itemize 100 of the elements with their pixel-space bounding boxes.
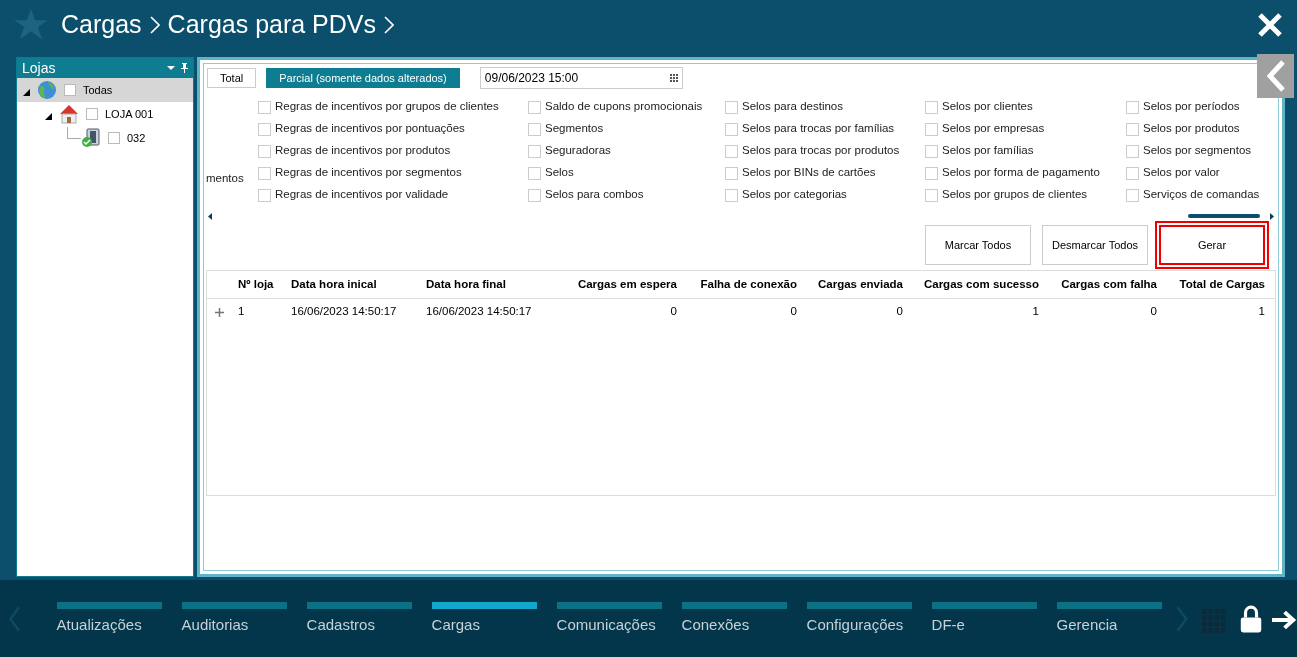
close-icon[interactable] — [1257, 12, 1283, 38]
checkbox[interactable] — [725, 188, 738, 202]
tab[interactable]: Parcial (somente dados alterados) — [266, 68, 460, 88]
checkbox[interactable] — [258, 122, 271, 136]
tree-item[interactable]: Todas — [17, 78, 193, 102]
checkbox-label: Regras de incentivos por pontuações — [275, 121, 465, 137]
checkbox[interactable] — [725, 166, 738, 180]
checkbox[interactable] — [725, 144, 738, 158]
checkbox-label: mentos — [205, 172, 244, 184]
scrollbar-thumb[interactable] — [1188, 214, 1260, 218]
nav-tab[interactable]: Configurações — [806, 602, 912, 637]
checkbox[interactable] — [925, 166, 938, 180]
checkbox-label: Seguradoras — [545, 143, 611, 159]
checkbox[interactable] — [528, 100, 541, 114]
checkbox-label: Selos por períodos — [1143, 99, 1240, 115]
checkbox[interactable] — [1126, 122, 1139, 136]
grid-icon[interactable] — [669, 74, 678, 82]
column-header[interactable]: Data hora final — [423, 275, 558, 294]
table-cell-text: 1 — [237, 304, 246, 320]
checkbox[interactable] — [1126, 166, 1139, 180]
checkbox-label: Selos por BINs de cartões — [742, 165, 876, 181]
nav-tab[interactable]: Auditorias — [181, 602, 287, 637]
checkbox[interactable] — [108, 132, 120, 144]
checkbox[interactable] — [528, 188, 541, 202]
table-cell-text: 16/06/2023 14:50:17 — [425, 304, 533, 320]
column-header[interactable]: Falha de conexão — [682, 275, 802, 294]
checkbox-label: Regras de incentivos por validade — [275, 187, 449, 203]
breadcrumb-link[interactable]: Cargas para PDVs — [167, 6, 377, 44]
tree-label: Todas — [83, 82, 113, 98]
nav-tab[interactable]: Atualizações — [56, 602, 162, 637]
scroll-right-icon[interactable] — [1270, 212, 1274, 220]
arrow-right-icon[interactable] — [1271, 608, 1297, 632]
checkbox[interactable] — [725, 122, 738, 136]
checkbox[interactable] — [258, 100, 271, 114]
column-header[interactable]: Cargas em espera — [558, 275, 682, 294]
pin-icon[interactable] — [181, 63, 188, 73]
checkbox-label: Segmentos — [545, 121, 604, 137]
column-header[interactable]: Total de Cargas — [1162, 275, 1270, 294]
table-cell-text: 0 — [789, 304, 798, 320]
expanded-icon[interactable] — [45, 113, 52, 120]
checkbox[interactable] — [258, 166, 271, 180]
checkbox[interactable] — [925, 100, 938, 114]
nav-tab[interactable]: DF-e — [931, 602, 1037, 637]
checkbox[interactable] — [528, 144, 541, 158]
checkbox[interactable] — [86, 108, 98, 120]
checkbox-label: Regras de incentivos por produtos — [275, 143, 451, 159]
panel-title: Lojas — [22, 58, 56, 78]
checkbox-label: Selos por produtos — [1143, 121, 1240, 137]
checkbox[interactable] — [1126, 144, 1139, 158]
chevron-right-icon — [384, 15, 395, 35]
column-header[interactable]: Cargas enviada — [802, 275, 908, 294]
checkbox[interactable] — [925, 144, 938, 158]
table-cell-text: 16/06/2023 14:50:17 — [290, 304, 398, 320]
nav-tab[interactable]: Cargas — [431, 602, 537, 637]
checkbox-label: Selos por forma de pagamento — [942, 165, 1100, 181]
checkbox-label: Selos por segmentos — [1143, 143, 1252, 159]
nav-tab[interactable]: Conexões — [681, 602, 787, 637]
checkbox[interactable] — [925, 188, 938, 202]
checkbox-label: Selos — [545, 165, 574, 181]
checkbox[interactable] — [925, 122, 938, 136]
tab[interactable]: Total — [207, 68, 257, 88]
breadcrumb-link[interactable]: Cargas — [61, 6, 142, 44]
checkbox[interactable] — [1126, 188, 1139, 202]
table-cell-text: 0 — [1149, 304, 1158, 320]
column-header[interactable]: Cargas com sucesso — [908, 275, 1044, 294]
checkbox[interactable] — [528, 122, 541, 136]
checkbox[interactable] — [528, 166, 541, 180]
checkbox-label: Selos por valor — [1143, 165, 1220, 181]
checkbox-label: Selos por famílias — [942, 143, 1034, 159]
column-header[interactable]: Data hora inical — [288, 275, 423, 294]
collapse-button[interactable] — [1257, 54, 1294, 98]
table-cell-text: 1 — [1257, 304, 1266, 320]
checkbox[interactable] — [64, 84, 76, 96]
checkbox-label: Regras de incentivos por segmentos — [275, 165, 462, 181]
nav-tab[interactable]: Gerencia — [1056, 602, 1162, 637]
chevron-right-icon — [149, 15, 160, 35]
plus-icon[interactable] — [215, 307, 224, 317]
scroll-left-icon[interactable] — [208, 212, 212, 220]
date-field[interactable]: 09/06/2023 15:00 — [479, 67, 683, 89]
checkbox-label: Regras de incentivos por grupos de clientes — [275, 99, 499, 115]
house-icon — [59, 104, 79, 124]
tree-label: 032 — [127, 130, 146, 146]
tree-label: LOJA 001 — [105, 106, 154, 122]
dropdown-icon[interactable] — [167, 65, 175, 71]
checkbox[interactable] — [725, 100, 738, 114]
checkbox-label: Selos por grupos de clientes — [942, 187, 1088, 203]
nav-tab[interactable]: Cadastros — [306, 602, 412, 637]
checkbox[interactable] — [1126, 100, 1139, 114]
checkbox[interactable] — [258, 144, 271, 158]
expanded-icon[interactable] — [23, 89, 30, 96]
checkbox-label: Serviços de comandas — [1143, 187, 1260, 203]
action-button[interactable]: Marcar Todos — [925, 225, 1031, 265]
checkbox-label: Selos por empresas — [942, 121, 1045, 137]
nav-tab[interactable]: Comunicações — [556, 602, 662, 637]
device-icon — [81, 128, 101, 148]
table-cell-text: 1 — [1031, 304, 1040, 320]
action-button[interactable]: Desmarcar Todos — [1042, 225, 1148, 265]
checkbox[interactable] — [258, 188, 271, 202]
column-header[interactable]: Cargas com falha — [1044, 275, 1162, 294]
column-header[interactable]: Nº loja — [235, 275, 288, 294]
